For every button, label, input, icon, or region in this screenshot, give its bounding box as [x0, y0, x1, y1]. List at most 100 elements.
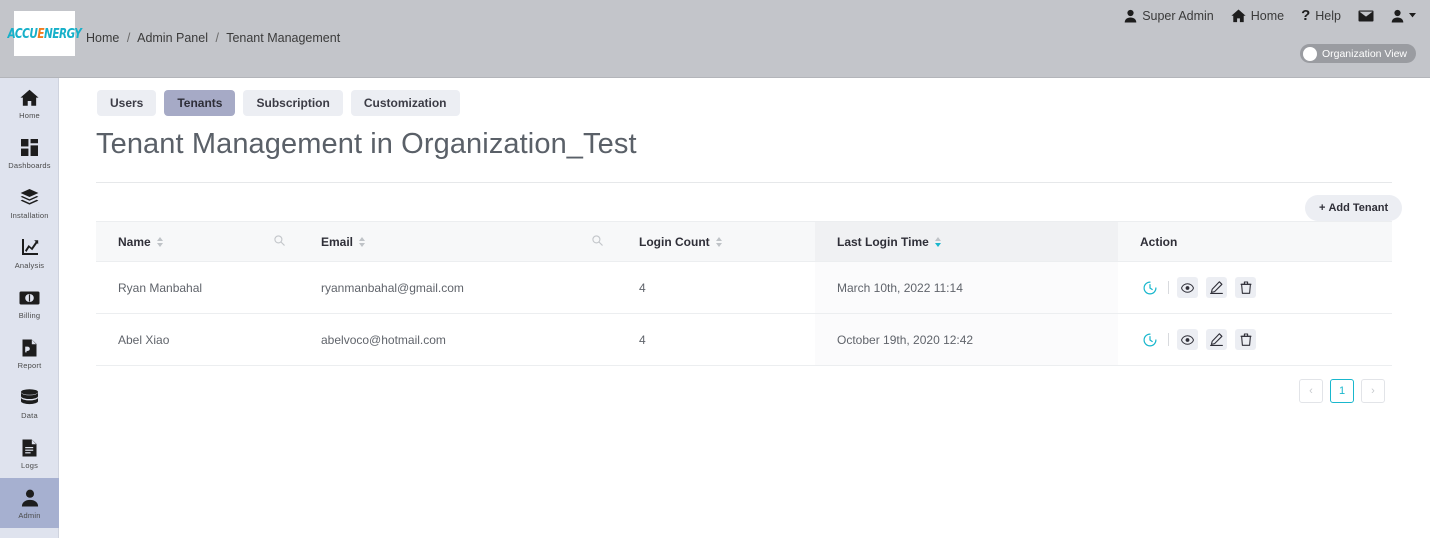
delete-icon[interactable]	[1235, 329, 1256, 350]
tab-tenants[interactable]: Tenants	[164, 90, 236, 116]
column-label: Name	[118, 234, 151, 249]
toggle-knob	[1302, 46, 1317, 61]
user-account-dropdown[interactable]	[1391, 9, 1416, 23]
home-link[interactable]: Home	[1231, 9, 1284, 23]
sidebar-item-label: Report	[17, 360, 42, 370]
sidebar-item-data[interactable]: Data	[0, 378, 59, 428]
home-icon	[20, 87, 39, 109]
sort-arrows-icon[interactable]	[359, 236, 366, 247]
user-dropdown-icon	[1391, 9, 1404, 23]
cell-login-count: 4	[617, 261, 815, 314]
logo-text-right: NERGY	[44, 26, 82, 41]
cell-actions	[1118, 261, 1392, 314]
money-icon	[19, 287, 40, 309]
sidebar-item-home[interactable]: Home	[0, 78, 59, 128]
messages-button[interactable]	[1358, 10, 1374, 22]
home-icon	[1231, 9, 1246, 23]
sort-arrows-icon[interactable]	[715, 236, 722, 247]
column-header-name[interactable]: Name	[96, 221, 299, 262]
app-root: ACCUENERGY Home / Admin Panel / Tenant M…	[0, 0, 1430, 538]
organization-view-toggle[interactable]: Organization View	[1299, 44, 1416, 63]
sidebar-item-report[interactable]: Report	[0, 328, 59, 378]
accuenergy-logo[interactable]: ACCUENERGY	[8, 11, 82, 56]
sidebar-item-installation[interactable]: Installation	[0, 178, 59, 228]
user-icon	[1124, 9, 1137, 23]
cell-email: ryanmanbahal@gmail.com	[299, 261, 617, 314]
help-link[interactable]: ? Help	[1301, 8, 1341, 23]
layers-icon	[20, 187, 39, 209]
history-icon[interactable]	[1140, 330, 1160, 350]
cell-name: Ryan Manbahal	[96, 261, 299, 314]
edit-icon[interactable]	[1206, 277, 1227, 298]
column-header-email[interactable]: Email	[299, 221, 617, 262]
sidebar-item-admin[interactable]: Admin	[0, 478, 59, 528]
pagination: ‹ 1 ›	[1299, 379, 1385, 403]
sidebar-item-label: Data	[21, 410, 38, 420]
breadcrumb-separator: /	[126, 31, 131, 45]
database-icon	[20, 387, 39, 409]
row-action-group	[1140, 277, 1392, 298]
breadcrumb-item-home[interactable]: Home	[86, 31, 119, 45]
delete-icon[interactable]	[1235, 277, 1256, 298]
chart-icon	[21, 237, 39, 259]
history-icon[interactable]	[1140, 278, 1160, 298]
pagination-prev-button[interactable]: ‹	[1299, 379, 1323, 403]
add-tenant-button[interactable]: + Add Tenant	[1305, 195, 1403, 221]
search-icon[interactable]	[592, 234, 603, 249]
pdf-icon	[22, 337, 37, 359]
search-icon[interactable]	[274, 234, 285, 249]
super-admin-menu[interactable]: Super Admin	[1124, 9, 1214, 23]
super-admin-label: Super Admin	[1142, 8, 1214, 23]
edit-icon[interactable]	[1206, 329, 1227, 350]
sidebar-item-billing[interactable]: Billing	[0, 278, 59, 328]
sort-arrows-icon[interactable]	[156, 236, 163, 247]
column-header-last-login-time[interactable]: Last Login Time	[815, 221, 1118, 262]
column-label: Login Count	[639, 234, 710, 249]
column-header-action: Action	[1118, 221, 1392, 262]
view-icon[interactable]	[1177, 329, 1198, 350]
sidebar-item-analysis[interactable]: Analysis	[0, 228, 59, 278]
column-label: Last Login Time	[837, 234, 929, 249]
pagination-page-1[interactable]: 1	[1330, 379, 1354, 403]
sidebar-item-logs[interactable]: Logs	[0, 428, 59, 478]
tab-subscription[interactable]: Subscription	[243, 90, 343, 116]
top-navigation: Super Admin Home ? Help	[1124, 8, 1416, 23]
tenant-table-container: Name Email Login Count Last Login Time A…	[96, 221, 1392, 366]
sidebar-item-dashboards[interactable]: Dashboards	[0, 128, 59, 178]
breadcrumb: Home / Admin Panel / Tenant Management	[86, 31, 340, 45]
column-label: Email	[321, 234, 354, 249]
sidebar-item-label: Admin	[18, 510, 41, 520]
sort-arrows-icon[interactable]	[934, 236, 941, 247]
cell-login-count: 4	[617, 313, 815, 366]
breadcrumb-item-tenant-management[interactable]: Tenant Management	[226, 31, 340, 45]
row-action-group	[1140, 329, 1392, 350]
cell-name: Abel Xiao	[96, 313, 299, 366]
tenant-table: Name Email Login Count Last Login Time A…	[96, 221, 1392, 366]
home-link-label: Home	[1250, 8, 1285, 23]
add-tenant-label: Add Tenant	[1328, 202, 1389, 214]
sidebar-item-label: Analysis	[14, 260, 45, 270]
sidebar: Home Dashboards Installation Analysis Bi	[0, 78, 59, 538]
logo-wordmark: ACCUENERGY	[8, 26, 82, 41]
column-label: Action	[1140, 234, 1178, 249]
plus-icon: +	[1319, 202, 1326, 214]
tab-customization[interactable]: Customization	[350, 90, 460, 116]
action-divider	[1168, 333, 1169, 346]
table-row[interactable]: Abel Xiao abelvoco@hotmail.com 4 October…	[96, 313, 1392, 366]
organization-view-label: Organization View	[1321, 47, 1407, 60]
column-header-login-count[interactable]: Login Count	[617, 221, 815, 262]
table-header-row: Name Email Login Count Last Login Time A…	[96, 221, 1392, 262]
dashboards-icon	[21, 137, 38, 159]
help-link-label: Help	[1315, 8, 1341, 23]
table-row[interactable]: Ryan Manbahal ryanmanbahal@gmail.com 4 M…	[96, 261, 1392, 314]
sidebar-item-label: Logs	[20, 460, 39, 470]
tab-users[interactable]: Users	[97, 90, 157, 116]
cell-last-login-time: October 19th, 2020 12:42	[815, 313, 1118, 366]
chevron-down-icon	[1409, 13, 1416, 18]
cell-actions	[1118, 313, 1392, 366]
breadcrumb-separator: /	[215, 31, 219, 45]
breadcrumb-item-admin-panel[interactable]: Admin Panel	[137, 31, 208, 45]
cell-email: abelvoco@hotmail.com	[299, 313, 617, 366]
view-icon[interactable]	[1177, 277, 1198, 298]
pagination-next-button[interactable]: ›	[1361, 379, 1385, 403]
